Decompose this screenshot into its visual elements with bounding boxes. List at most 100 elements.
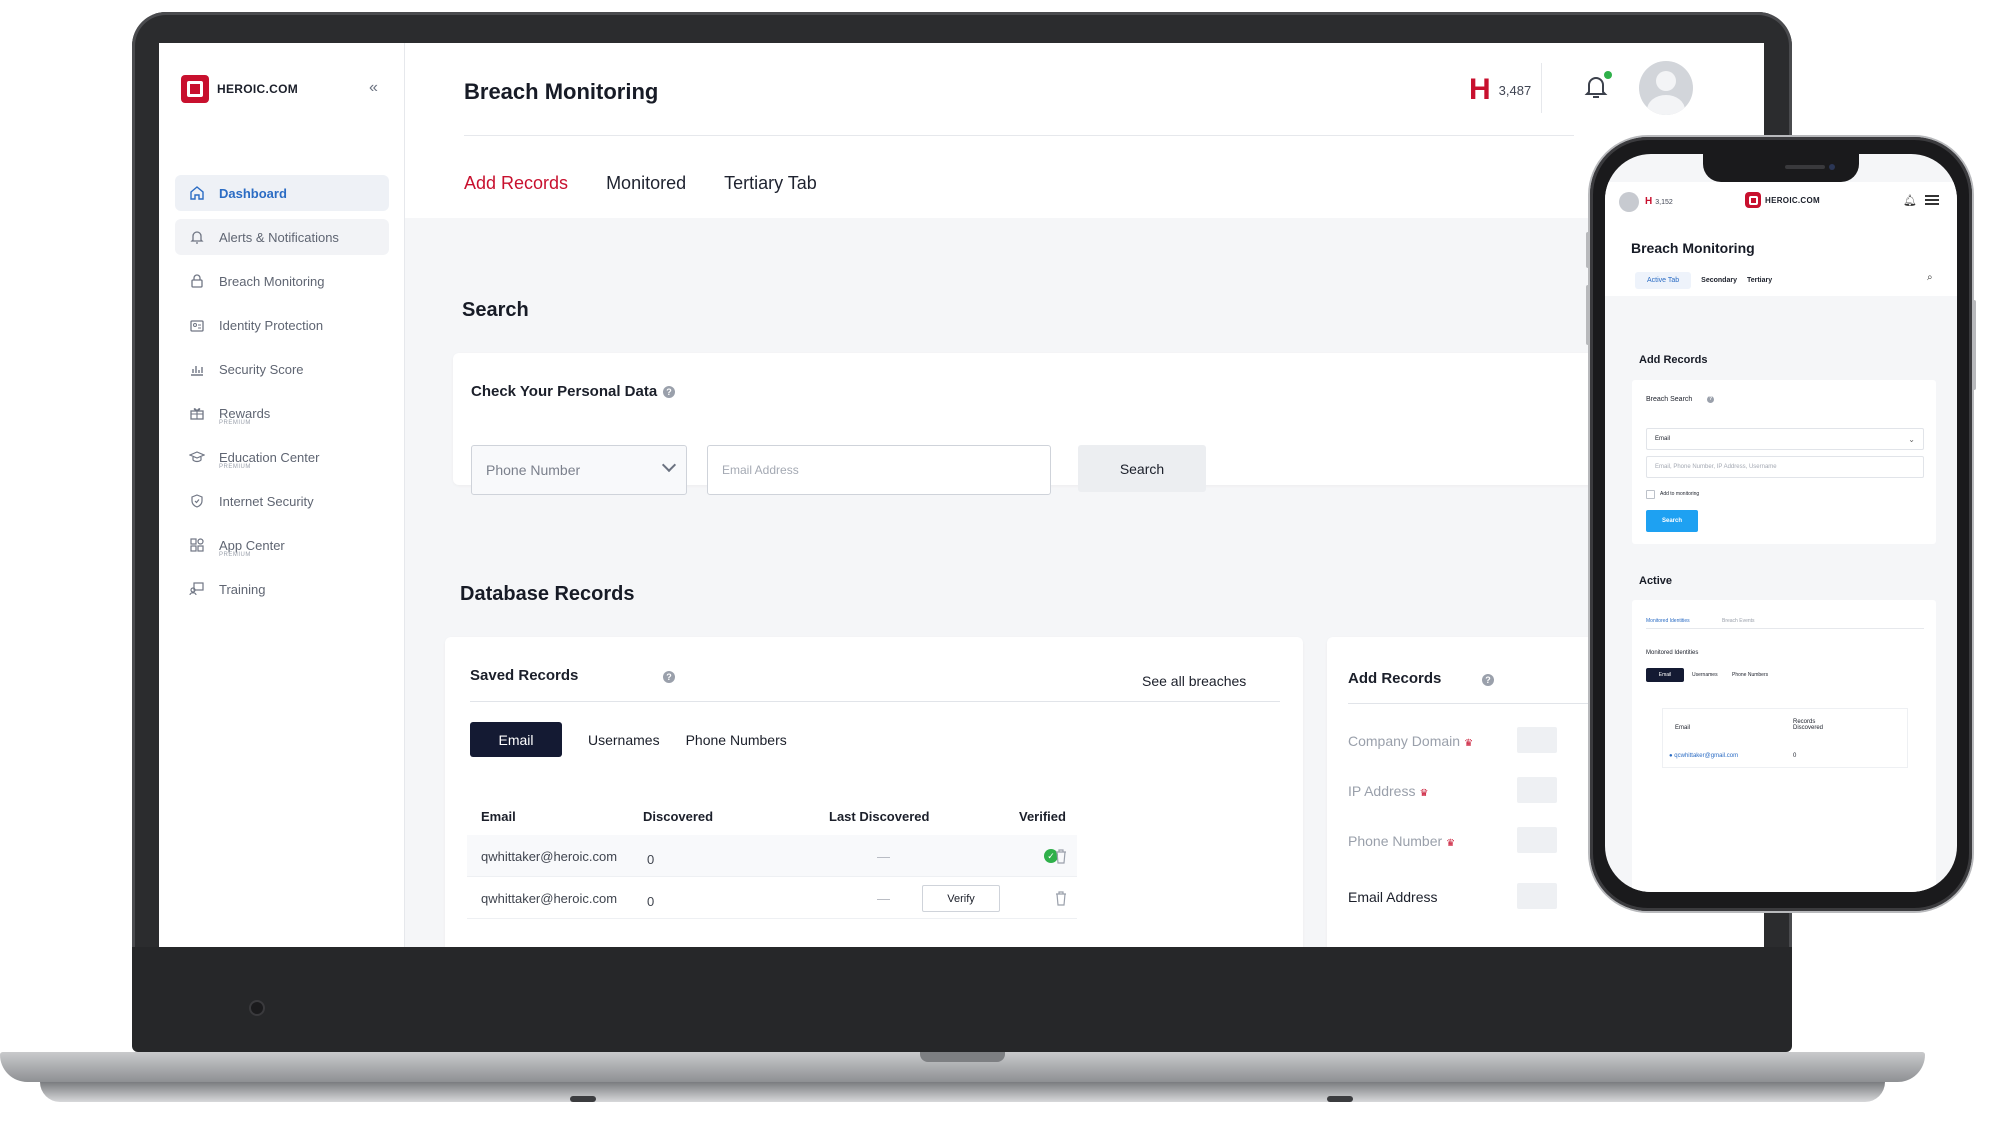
table-row: qwhittaker@heroic.com 0 — ✓ (467, 835, 1077, 877)
sidebar-item-label: Security Score (219, 361, 304, 377)
help-icon[interactable]: ? (663, 671, 675, 683)
trash-icon[interactable] (1054, 890, 1068, 906)
tab-usernames[interactable]: Usernames (1692, 672, 1718, 678)
ip-address-label: IP Address ♛ (1348, 783, 1429, 799)
search-type-value: Phone Number (486, 462, 581, 478)
sidebar-item-internet-security[interactable]: Internet Security (175, 483, 389, 519)
email-field[interactable]: Email Address (707, 445, 1051, 495)
sidebar-item-security-score[interactable]: Security Score (175, 351, 389, 387)
id-card-icon (190, 320, 204, 332)
avatar[interactable] (1639, 61, 1693, 115)
tab-usernames[interactable]: Usernames (588, 732, 660, 748)
phone-side-button (1586, 285, 1590, 345)
brand-name: HEROIC.COM (217, 82, 298, 96)
company-domain-field[interactable] (1517, 727, 1557, 753)
tab-secondary[interactable]: Secondary (1701, 277, 1737, 284)
sidebar-item-label: Breach Monitoring (219, 273, 325, 289)
search-card: Check Your Personal Data ? Phone Number … (453, 353, 1613, 495)
tab-add-records[interactable]: Add Records (464, 173, 568, 194)
search-input[interactable]: Email, Phone Number, IP Address, Usernam… (1646, 456, 1924, 478)
chevron-down-icon (661, 457, 677, 473)
points-counter[interactable]: H 3,487 (1469, 75, 1531, 105)
sidebar-item-identity-protection[interactable]: Identity Protection (175, 307, 389, 343)
sidebar-item-education-center[interactable]: Education Center PREMIUM (175, 439, 389, 475)
tab-email[interactable]: Email (470, 722, 562, 757)
help-icon[interactable]: ? (663, 386, 675, 398)
tab-tertiary[interactable]: Tertiary Tab (724, 173, 817, 194)
phone-number-label: Phone Number ♛ (1348, 833, 1456, 849)
search-icon[interactable]: ⌕ (1927, 272, 1933, 283)
page-title: Breach Monitoring (464, 79, 659, 104)
help-icon[interactable]: ? (1482, 674, 1494, 686)
tab-monitored[interactable]: Monitored (606, 173, 686, 194)
premium-crown-icon: ♛ (1446, 838, 1456, 849)
row-records: 0 (1793, 753, 1797, 759)
search-button[interactable]: Search (1078, 445, 1206, 492)
breach-search-card: Breach Search ? Email ⌄ Email, Phone Numb… (1632, 380, 1936, 544)
sidebar-item-label: Identity Protection (219, 317, 324, 333)
laptop-base-edge (40, 1082, 1885, 1102)
brand-name: HEROIC.COM (1765, 195, 1820, 205)
tab-phone-numbers[interactable]: Phone Numbers (1732, 672, 1768, 678)
email-address-field[interactable] (1517, 883, 1557, 909)
chevron-down-icon: ⌄ (1908, 434, 1915, 444)
saved-records-tabs: Email Usernames Phone Numbers (470, 722, 787, 757)
see-all-breaches-link[interactable]: See all breaches (1142, 673, 1246, 689)
laptop-notch (920, 1052, 1005, 1062)
sidebar-item-training[interactable]: Training (175, 571, 389, 607)
search-button[interactable]: Search (1646, 510, 1698, 532)
tab-monitored-identities[interactable]: Monitored Identities (1646, 618, 1690, 624)
hamburger-menu-icon[interactable] (1925, 195, 1939, 205)
sidebar-item-app-center[interactable]: App Center PREMIUM (175, 527, 389, 563)
sidebar-item-dashboard[interactable]: Dashboard (175, 175, 389, 211)
monitoring-checkbox-label: Add to monitoring (1660, 491, 1700, 497)
tab-email[interactable]: Email (1646, 668, 1684, 682)
laptop-foot (570, 1096, 596, 1102)
column-header: Last Discovered (829, 809, 930, 824)
add-records-title: Add Records (1348, 670, 1442, 687)
tab-divider (1646, 628, 1924, 629)
points-counter[interactable]: H 3,152 (1645, 196, 1673, 207)
tab-phone-numbers[interactable]: Phone Numbers (686, 732, 787, 748)
company-domain-label: Company Domain ♛ (1348, 733, 1474, 749)
sidebar-item-rewards[interactable]: Rewards PREMIUM (175, 395, 389, 431)
brand[interactable]: HEROIC.COM (1745, 192, 1820, 208)
phone-number-field[interactable] (1517, 827, 1557, 853)
verify-button[interactable]: Verify (922, 885, 1000, 912)
trash-icon[interactable] (1054, 848, 1068, 864)
search-card-title: Check Your Personal Data (471, 383, 658, 400)
phone-side-button (1586, 232, 1590, 268)
graduation-cap-icon (189, 451, 205, 463)
premium-badge: PREMIUM (219, 464, 251, 470)
collapse-sidebar-icon[interactable]: « (369, 79, 378, 97)
brand[interactable]: HEROIC.COM (181, 75, 298, 103)
add-records-title: Add Records (1639, 354, 1708, 366)
ip-address-field[interactable] (1517, 777, 1557, 803)
tab-breach-events[interactable]: Breach Events (1722, 618, 1755, 624)
lock-icon (191, 274, 203, 288)
search-section-title: Search (462, 299, 529, 321)
gift-icon (190, 408, 204, 420)
phone-side-button (1972, 300, 1976, 390)
sidebar-item-breach-monitoring[interactable]: Breach Monitoring (175, 263, 389, 299)
header-rule (464, 135, 1574, 136)
monitored-card: Monitored Identities Breach Events Monit… (1632, 600, 1936, 892)
tab-active[interactable]: Active Tab (1635, 272, 1692, 289)
points-value: 3,487 (1498, 82, 1532, 98)
monitoring-checkbox[interactable] (1646, 490, 1655, 499)
search-type-select[interactable]: Phone Number (471, 445, 687, 495)
sidebar-item-alerts[interactable]: Alerts & Notifications (175, 219, 389, 255)
notification-bell-icon[interactable]: 🔔︎ (1903, 194, 1917, 207)
help-icon[interactable]: ? (1707, 396, 1714, 403)
search-type-select[interactable]: Email ⌄ (1646, 428, 1924, 450)
row-discovered: 0 (647, 894, 655, 909)
avatar[interactable] (1619, 192, 1639, 212)
heroic-points-icon: H (1645, 196, 1653, 207)
laptop-foot (1327, 1096, 1353, 1102)
tab-tertiary[interactable]: Tertiary (1747, 277, 1772, 284)
database-section-title: Database Records (460, 583, 635, 605)
device-mockup: HEROIC.COM « Dashboard Alerts & Notifica… (0, 0, 1989, 1128)
card-divider (470, 701, 1280, 702)
saved-records-title: Saved Records (470, 667, 579, 684)
column-header: Records Discovered (1793, 719, 1824, 731)
